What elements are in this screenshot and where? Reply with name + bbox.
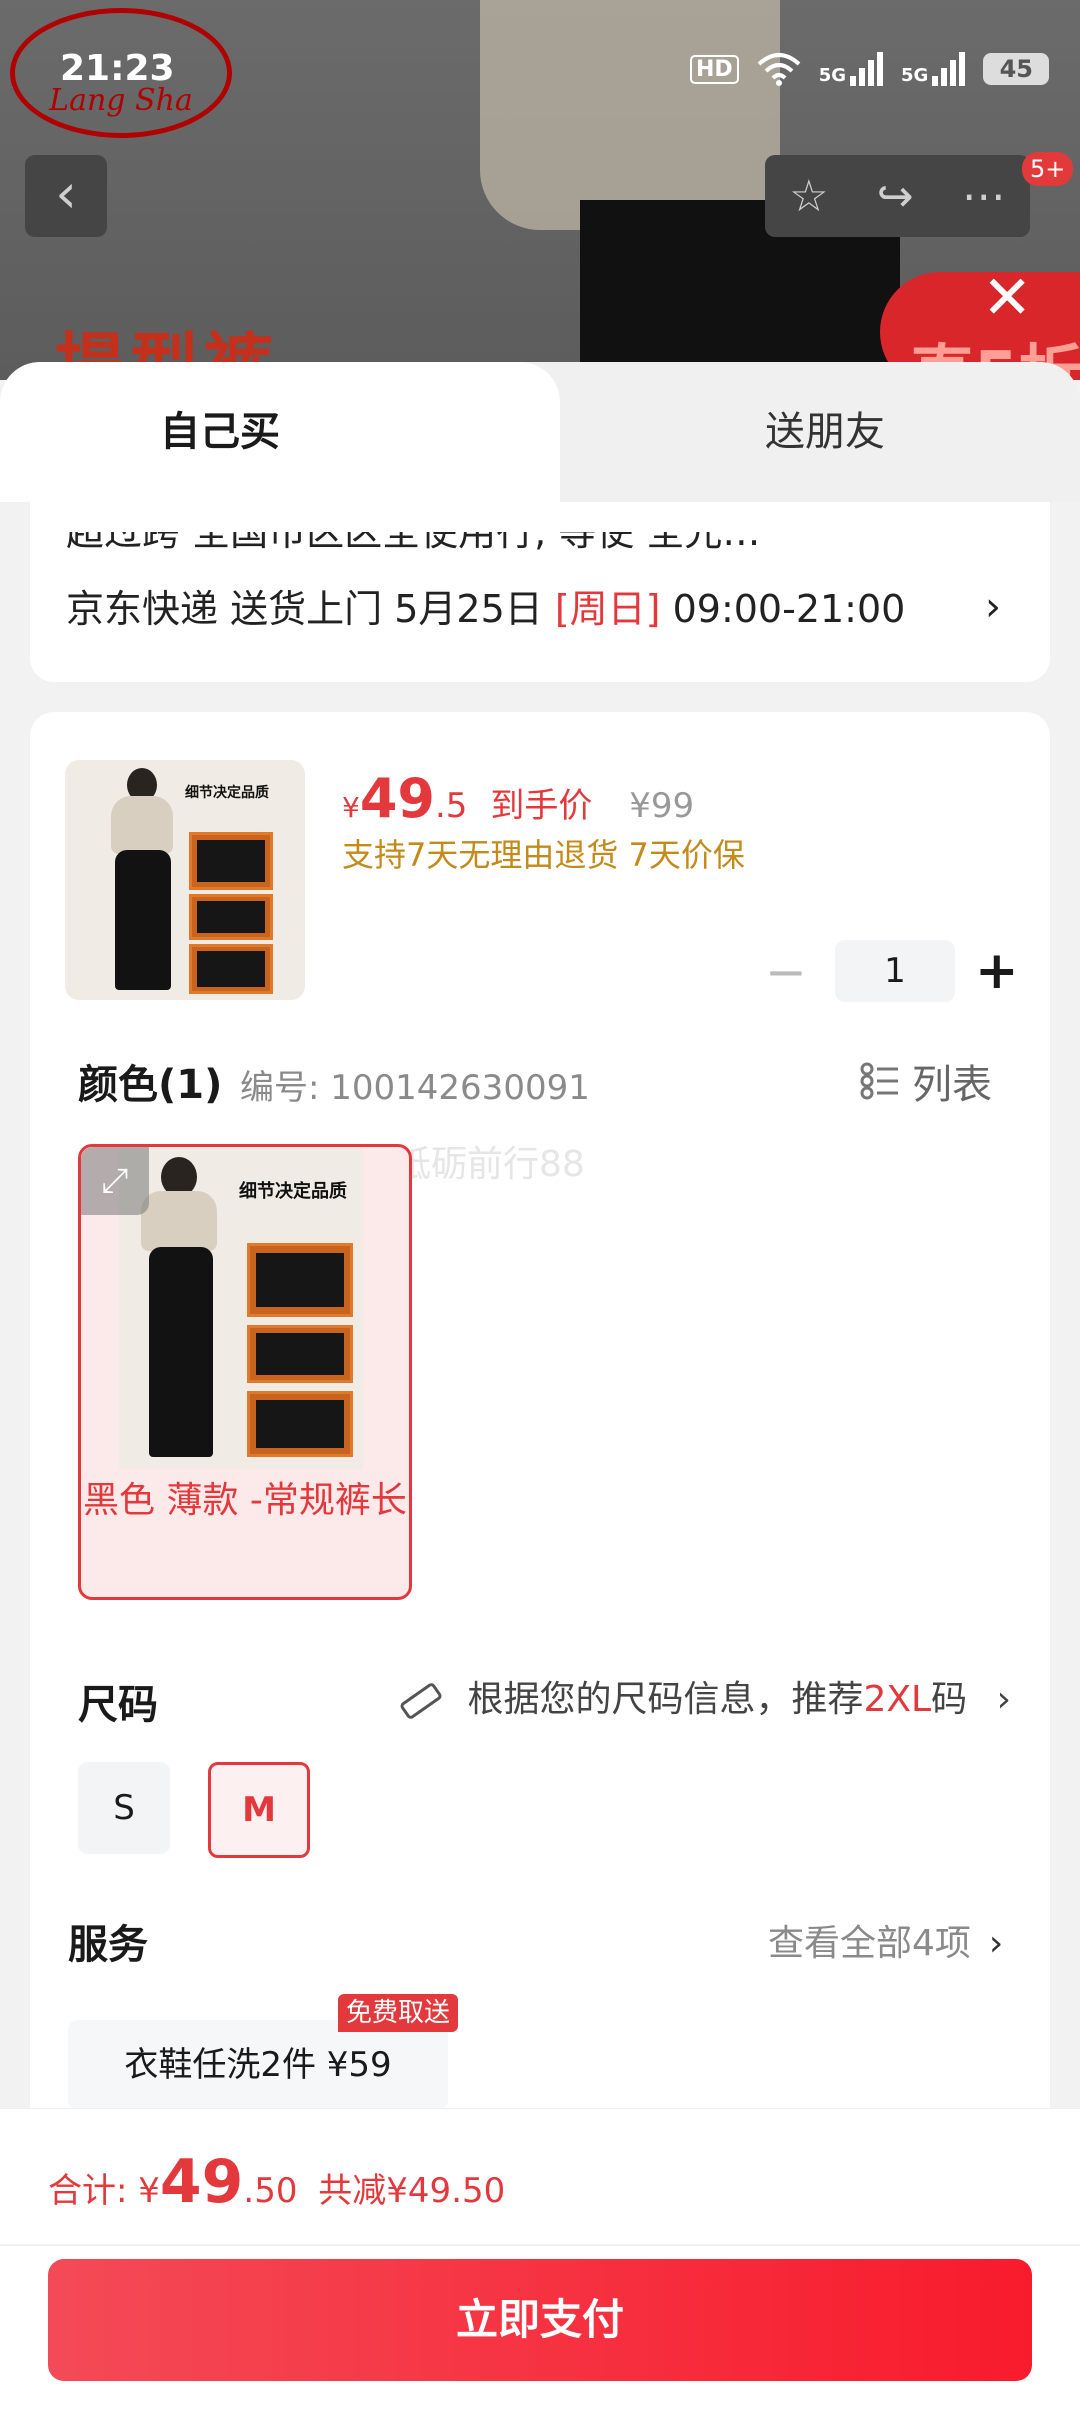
size-section-title: 尺码 <box>78 1682 158 1728</box>
price-symbol: ¥ <box>342 791 360 824</box>
thumbnail-title: 细节决定品质 <box>185 785 269 801</box>
price-tag: 到手价 <box>490 786 593 826</box>
view-all-services-link[interactable]: 查看全部4项 › <box>768 1914 1003 1966</box>
battery-icon: 45 <box>983 53 1050 85</box>
status-icons: HD 5G 5G 45 <box>690 52 1050 86</box>
color-section-title: 颜色(1) <box>78 1062 223 1108</box>
chevron-right-icon: › <box>996 1679 1011 1720</box>
total-price: 合计: ¥49.50 共减¥49.50 <box>48 2147 505 2217</box>
view-all-label: 查看全部4项 <box>768 1923 971 1964</box>
favorite-icon[interactable]: ☆ <box>789 171 828 222</box>
delivery-date: 5月25日 <box>394 587 543 631</box>
tab-label: 自己买 <box>160 409 280 455</box>
delivery-info: 京东快递 送货上门 5月25日 [周日] 09:00-21:00 <box>66 564 905 654</box>
wifi-icon <box>757 53 801 86</box>
service-badge: 免费取送 <box>338 1994 459 2032</box>
service-section-title: 服务 <box>68 1922 148 1968</box>
message-count-badge: 5+ <box>1022 152 1074 186</box>
product-thumbnail[interactable]: 细节决定品质 <box>65 760 305 1000</box>
list-view-button[interactable]: 列表 <box>860 1052 992 1110</box>
watermark: 砥砺前行88 <box>395 1144 585 1185</box>
sku-number: 编号: 100142630091 <box>240 1068 590 1108</box>
ruler-icon <box>400 1683 442 1719</box>
swatch-image-title: 细节决定品质 <box>239 1181 347 1202</box>
carrier: 京东快递 <box>66 587 219 631</box>
price-decimal: .5 <box>434 786 468 826</box>
hd-icon: HD <box>690 54 739 84</box>
expand-icon[interactable]: ⤢ <box>81 1147 149 1215</box>
chevron-right-icon: › <box>985 584 1001 630</box>
close-icon[interactable]: ✕ <box>982 268 1032 328</box>
more-icon[interactable]: ⋯ <box>962 171 1006 222</box>
share-icon[interactable]: ↪ <box>877 171 914 222</box>
divider <box>0 2244 1080 2246</box>
recommendation-text: 根据您的尺码信息，推荐 <box>467 1679 864 1720</box>
quantity-increase-button[interactable]: + <box>975 940 1019 1002</box>
signal-5g-icon: 5G <box>819 52 883 86</box>
back-button[interactable]: ‹ <box>25 155 107 237</box>
checkout-bar: 合计: ¥49.50 共减¥49.50 立即支付 <box>0 2108 1080 2413</box>
signal-5g-icon: 5G <box>901 52 966 86</box>
quantity-decrease-button[interactable]: − <box>765 947 807 997</box>
background-model-image <box>480 0 780 230</box>
chevron-right-icon: › <box>988 1923 1004 1964</box>
pay-now-button[interactable]: 立即支付 <box>48 2259 1032 2381</box>
size-option-s[interactable]: S <box>78 1762 170 1854</box>
price-integer: 49 <box>359 767 435 830</box>
color-option-black[interactable]: 细节决定品质 ⤢ 黑色 薄款 -常规裤长 <box>78 1144 412 1600</box>
total-decimal: .50 <box>243 2171 298 2211</box>
color-option-image: 细节决定品质 <box>119 1147 363 1469</box>
total-integer: 49 <box>159 2147 244 2217</box>
guarantee-text: 支持7天无理由退货 7天价保 <box>342 836 745 874</box>
total-label: 合计: <box>48 2171 139 2211</box>
discount-amount: 共减¥49.50 <box>318 2171 506 2211</box>
size-option-m[interactable]: M <box>208 1762 310 1858</box>
delivery-address-partial: 超过跨 全国市区区全使用行, 等使 全光… <box>66 532 761 554</box>
status-time: 21:23 <box>60 48 175 89</box>
list-icon <box>860 1062 898 1100</box>
size-recommendation[interactable]: 根据您的尺码信息，推荐2XL码 › <box>398 1670 1011 1722</box>
color-option-label: 黑色 薄款 -常规裤长 <box>83 1480 407 1521</box>
final-price: ¥49.5 到手价 ¥99 <box>342 767 694 830</box>
delivery-card[interactable]: 超过跨 全国市区区全使用行, 等使 全光… 京东快递 送货上门 5月25日 [周… <box>30 502 1050 682</box>
delivery-weekday: [周日] <box>554 587 661 631</box>
purchase-sheet: 送朋友 自己买 超过跨 全国市区区全使用行, 等使 全光… 京东快递 送货上门 … <box>0 362 1080 2412</box>
total-symbol: ¥ <box>138 2171 160 2211</box>
quantity-input[interactable]: 1 <box>835 940 955 1002</box>
service-option[interactable]: 衣鞋任洗2件 ¥59 <box>68 2020 448 2110</box>
list-label: 列表 <box>912 1062 992 1108</box>
delivery-method: 送货上门 <box>230 587 383 631</box>
original-price: ¥99 <box>629 786 695 826</box>
recommended-size: 2XL <box>863 1679 932 1720</box>
nav-actions: ☆ ↪ ⋯ <box>765 155 1030 237</box>
delivery-time: 09:00-21:00 <box>672 587 906 631</box>
recommendation-suffix: 码 <box>931 1679 968 1720</box>
tab-label: 送朋友 <box>765 409 885 455</box>
tab-buy-self[interactable]: 自己买 <box>0 362 560 502</box>
tab-gift-friend[interactable]: 送朋友 <box>520 362 1080 502</box>
